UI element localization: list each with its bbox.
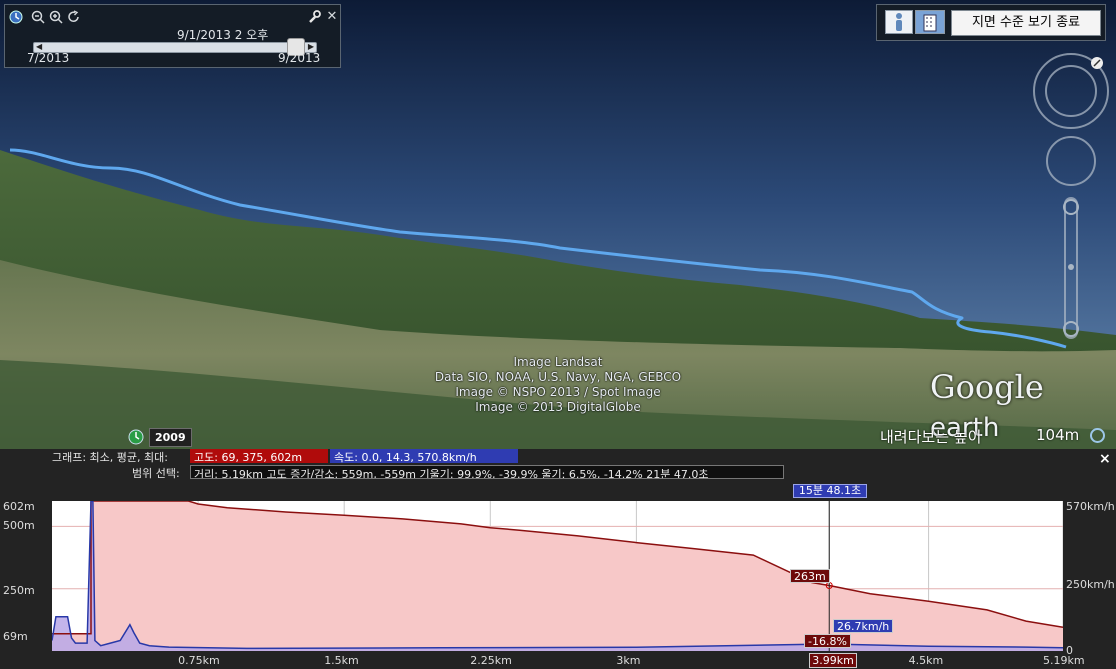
- step-back-icon[interactable]: ◀: [36, 42, 42, 51]
- x-tick-label: 3.99km: [809, 653, 857, 668]
- y-tick-label: 250m: [3, 584, 35, 597]
- x-tick-label: 3km: [616, 654, 641, 667]
- end-date-label: 9/2013: [278, 51, 321, 65]
- credit-line: Image © 2013 DigitalGlobe: [475, 400, 641, 414]
- person-icon: [896, 13, 902, 31]
- eye-altitude-value: 104m: [1036, 426, 1080, 444]
- eye-altitude: 내려다보는 높이 104m: [880, 426, 1105, 447]
- y-tick-label: 602m: [3, 500, 35, 513]
- current-date-label: 9/1/2013 2 오후: [177, 28, 269, 42]
- x-tick-label: 5.19km: [1043, 654, 1085, 667]
- time-slider-panel: ✕ 9/1/2013 2 오후 ◀ ▶ 7/2013 9/2013: [4, 4, 341, 68]
- range-select-label: 범위 선택:: [132, 467, 180, 480]
- step-forward-icon[interactable]: ▶: [308, 42, 314, 51]
- cursor-time-label: 15분 48.1초: [793, 484, 867, 498]
- zoom-in-icon[interactable]: [49, 10, 63, 24]
- x-tick-label: 0.75km: [178, 654, 220, 667]
- ground-view-toolbar: 지면 수준 보기 종료: [876, 4, 1106, 41]
- start-date-label: 7/2013: [27, 51, 70, 65]
- cursor-speed-label: 26.7km/h: [833, 619, 894, 633]
- x-tick-label: 1.5km: [324, 654, 359, 667]
- building-icon: [923, 14, 937, 32]
- logo-google: Google: [930, 368, 1044, 406]
- y-tick-label: 69m: [3, 630, 28, 643]
- speed-series-badge[interactable]: 속도: 0.0, 14.3, 570.8km/h: [330, 449, 518, 464]
- x-tick-label: 4.5km: [908, 654, 944, 667]
- elevation-speed-chart[interactable]: [52, 501, 1063, 651]
- x-tick-label: 2.25km: [470, 654, 512, 667]
- cursor-elevation-label: 263m: [790, 569, 830, 583]
- credit-line: Image © NSPO 2013 / Spot Image: [455, 385, 661, 399]
- cursor-slope-label: -16.8%: [804, 634, 851, 648]
- credit-line: Data SIO, NOAA, U.S. Navy, NGA, GEBCO: [434, 370, 682, 384]
- imagery-credits: Image Landsat Data SIO, NOAA, U.S. Navy,…: [352, 355, 764, 415]
- wrench-icon[interactable]: [307, 10, 321, 24]
- y-right-tick-label: 570km/h: [1066, 500, 1115, 513]
- close-icon[interactable]: ✕: [325, 10, 339, 24]
- clock-icon[interactable]: [9, 10, 23, 24]
- credit-line: Image Landsat: [513, 355, 603, 369]
- profile-header: 그래프: 최소, 평균, 최대: 고도: 69, 375, 602m 속도: 0…: [0, 449, 1116, 481]
- person-view-button[interactable]: [885, 10, 913, 34]
- year-label: 2009: [149, 428, 192, 447]
- eye-altitude-label: 내려다보는 높이: [880, 428, 982, 446]
- status-circle-icon: [1090, 428, 1105, 443]
- elevation-series-badge[interactable]: 고도: 69, 375, 602m: [190, 449, 328, 464]
- elevation-profile-panel: 그래프: 최소, 평균, 최대: 고도: 69, 375, 602m 속도: 0…: [0, 449, 1116, 669]
- close-profile-icon[interactable]: ×: [1099, 451, 1111, 467]
- selection-stats: 거리: 5.19km 고도 증가/감소: 559m, -559m 기울기: 99…: [190, 465, 784, 479]
- building-view-button[interactable]: [915, 10, 945, 34]
- north-reset-icon[interactable]: [1091, 57, 1103, 69]
- time-slider-track[interactable]: ◀ ▶: [33, 42, 317, 53]
- history-clock-icon[interactable]: [128, 429, 144, 445]
- zoom-out-icon[interactable]: [31, 10, 45, 24]
- y-tick-label: 500m: [3, 519, 35, 532]
- graph-label: 그래프: 최소, 평균, 최대:: [52, 451, 168, 464]
- zoom-slider[interactable]: [1063, 197, 1079, 339]
- move-joystick[interactable]: [1046, 136, 1096, 186]
- y-right-tick-label: 250km/h: [1066, 578, 1115, 591]
- navigation-controls: [1028, 50, 1112, 342]
- refresh-icon[interactable]: [67, 10, 81, 24]
- exit-ground-view-button[interactable]: 지면 수준 보기 종료: [951, 10, 1101, 36]
